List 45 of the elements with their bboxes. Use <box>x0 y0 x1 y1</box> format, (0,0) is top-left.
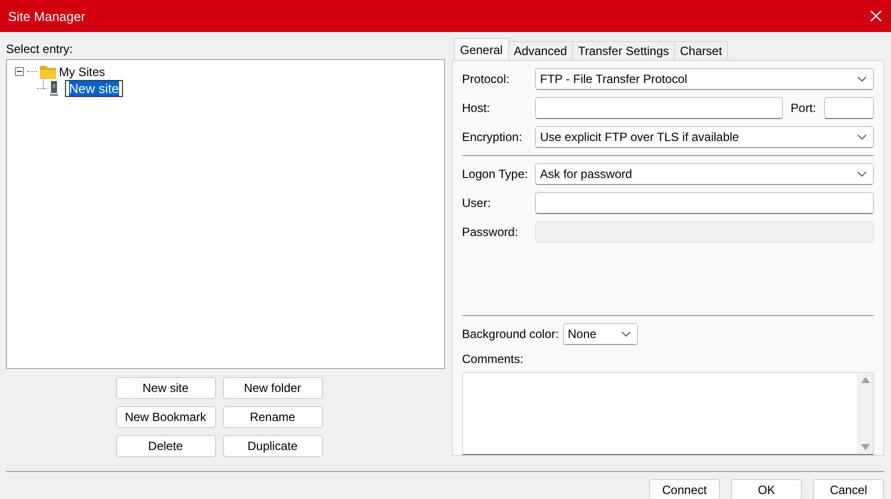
chevron-down-icon <box>857 134 867 140</box>
tree-item[interactable]: My Sites <box>59 64 106 78</box>
close-button[interactable] <box>869 9 883 23</box>
dialog-button[interactable]: Cancel <box>813 479 884 499</box>
field-label: User: <box>462 196 492 210</box>
tab[interactable]: Charset <box>674 41 728 60</box>
chevron-down-icon <box>857 171 867 177</box>
tree-action-button[interactable]: New Bookmark <box>116 406 216 428</box>
rename-field[interactable]: New site <box>65 80 123 97</box>
window-title: Site Manager <box>8 8 86 24</box>
tree-action-button[interactable]: Delete <box>116 435 216 457</box>
field-label: Protocol: <box>462 72 510 86</box>
tree-action-button[interactable]: Duplicate <box>222 435 322 457</box>
folder-icon <box>40 64 56 78</box>
field-label: Logon Type: <box>462 167 529 181</box>
scrollbar[interactable] <box>857 373 873 454</box>
tree-action-button[interactable]: Rename <box>222 406 322 428</box>
input-field[interactable] <box>535 97 783 119</box>
tab[interactable]: Transfer Settings <box>572 41 676 60</box>
input-field[interactable] <box>535 192 874 214</box>
scroll-down-icon <box>860 444 870 450</box>
chevron-down-icon <box>857 76 867 82</box>
dropdown[interactable]: None <box>562 323 638 345</box>
field-label: Encryption: <box>462 130 524 144</box>
field-label: Background color: <box>462 327 559 341</box>
section-label: Select entry: <box>6 42 73 56</box>
field-label: Comments: <box>462 352 524 366</box>
field-label: Host: <box>462 101 492 115</box>
field-label: Password: <box>462 225 520 239</box>
tab[interactable]: General <box>454 38 509 60</box>
field-label: Port: <box>790 101 816 115</box>
comments-field[interactable] <box>462 372 874 455</box>
dropdown[interactable]: FTP - File Transfer Protocol <box>535 68 874 90</box>
dialog-button[interactable]: OK <box>731 479 802 499</box>
server-icon <box>50 80 58 96</box>
input-field[interactable] <box>824 97 874 119</box>
collapse-icon[interactable] <box>15 67 24 76</box>
close-icon <box>869 9 883 23</box>
scroll-up-icon <box>860 377 870 383</box>
chevron-down-icon <box>620 331 631 337</box>
tree-action-button[interactable]: New folder <box>222 377 322 399</box>
tree-action-button[interactable]: New site <box>116 377 216 399</box>
dialog-button[interactable]: Connect <box>649 479 720 499</box>
dropdown[interactable]: Ask for password <box>535 163 874 185</box>
dropdown[interactable]: Use explicit FTP over TLS if available <box>535 126 874 148</box>
